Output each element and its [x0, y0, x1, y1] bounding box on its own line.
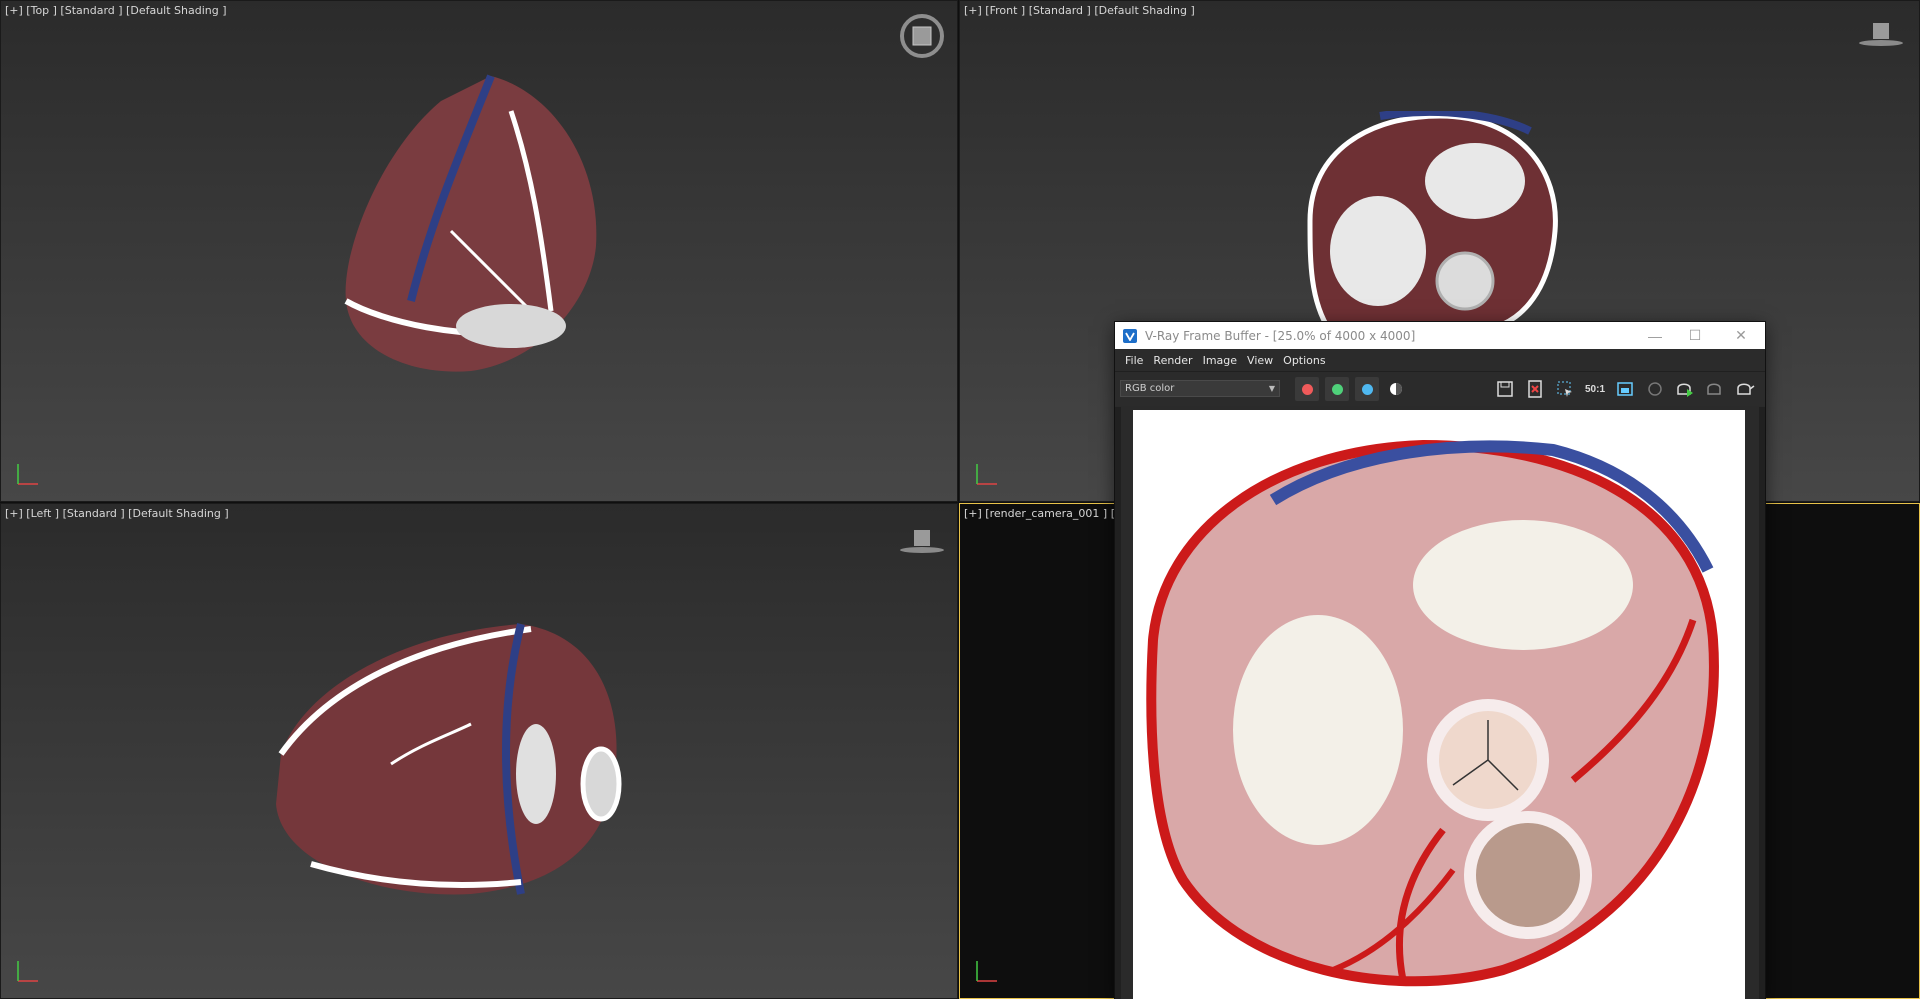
render-last-button[interactable] — [1732, 377, 1758, 401]
blue-dot-icon — [1361, 383, 1373, 395]
render-interactive-icon — [1707, 383, 1721, 395]
axis-gizmo-icon — [17, 464, 38, 485]
vfb-right-scrollbar[interactable] — [1759, 407, 1765, 999]
minimize-button[interactable]: — — [1635, 322, 1675, 349]
menu-render[interactable]: Render — [1153, 354, 1192, 367]
channel-select-value: RGB color — [1125, 383, 1175, 394]
green-dot-icon — [1331, 383, 1343, 395]
viewcube-icon[interactable] — [899, 13, 945, 59]
blue-channel-button[interactable] — [1355, 377, 1379, 401]
viewport-label-front[interactable]: [+] [Front ] [Standard ] [Default Shadin… — [964, 4, 1195, 17]
maximize-button[interactable]: ☐ — [1675, 322, 1715, 349]
menu-file[interactable]: File — [1125, 354, 1143, 367]
heart-model-front[interactable] — [1290, 111, 1570, 331]
axis-gizmo-icon — [976, 464, 997, 485]
viewport-label-top[interactable]: [+] [Top ] [Standard ] [Default Shading … — [5, 4, 227, 17]
heart-model-left[interactable] — [271, 614, 631, 904]
viewcube-icon[interactable] — [897, 526, 947, 556]
render-icon — [1677, 383, 1693, 397]
chevron-down-icon: ▼ — [1268, 384, 1275, 393]
vfb-toolbar: RGB color ▼ 50:1 — [1115, 371, 1765, 406]
viewcube-icon[interactable] — [1856, 19, 1906, 49]
stop-render-icon — [1648, 382, 1662, 396]
zoom-icon: 50:1 — [1584, 383, 1605, 395]
render-button[interactable] — [1672, 377, 1698, 401]
channel-select[interactable]: RGB color ▼ — [1120, 380, 1280, 397]
clear-image-button[interactable] — [1522, 377, 1548, 401]
rendered-heart-image — [1146, 439, 1719, 987]
vfb-title: V-Ray Frame Buffer - [25.0% of 4000 x 40… — [1145, 328, 1416, 343]
green-channel-button[interactable] — [1325, 377, 1349, 401]
close-button[interactable]: ✕ — [1721, 322, 1761, 349]
save-icon — [1497, 381, 1513, 397]
mono-icon — [1390, 383, 1402, 395]
save-button[interactable] — [1492, 377, 1518, 401]
red-channel-button[interactable] — [1295, 377, 1319, 401]
menu-view[interactable]: View — [1247, 354, 1273, 367]
clear-image-icon — [1528, 380, 1542, 398]
heart-model-top[interactable] — [341, 71, 611, 381]
axis-gizmo-icon — [17, 961, 38, 982]
red-dot-icon — [1301, 383, 1313, 395]
viewport-top[interactable]: [+] [Top ] [Standard ] [Default Shading … — [0, 0, 958, 502]
vray-logo-icon — [1123, 328, 1137, 343]
vfb-left-scrollbar[interactable] — [1115, 407, 1121, 999]
render-canvas[interactable] — [1133, 410, 1745, 999]
teapot-icon — [1737, 383, 1755, 395]
region-select-icon — [1557, 381, 1572, 397]
menu-options[interactable]: Options — [1283, 354, 1325, 367]
region-select-button[interactable] — [1552, 377, 1578, 401]
vray-frame-buffer-window[interactable]: V-Ray Frame Buffer - [25.0% of 4000 x 40… — [1115, 322, 1765, 999]
axis-gizmo-icon — [976, 961, 997, 982]
viewport-left[interactable]: [+] [Left ] [Standard ] [Default Shading… — [0, 503, 958, 999]
display-window-button[interactable] — [1612, 377, 1638, 401]
zoom-button[interactable]: 50:1 — [1582, 377, 1608, 401]
viewport-label-left[interactable]: [+] [Left ] [Standard ] [Default Shading… — [5, 507, 229, 520]
stop-render-button[interactable] — [1642, 377, 1668, 401]
menu-image[interactable]: Image — [1203, 354, 1237, 367]
vfb-title-bar[interactable]: V-Ray Frame Buffer - [25.0% of 4000 x 40… — [1115, 322, 1765, 349]
mono-button[interactable] — [1383, 377, 1409, 401]
display-window-icon — [1617, 382, 1633, 396]
vfb-menu-bar: File Render Image View Options — [1115, 349, 1765, 371]
render-interactive-button[interactable] — [1702, 377, 1728, 401]
